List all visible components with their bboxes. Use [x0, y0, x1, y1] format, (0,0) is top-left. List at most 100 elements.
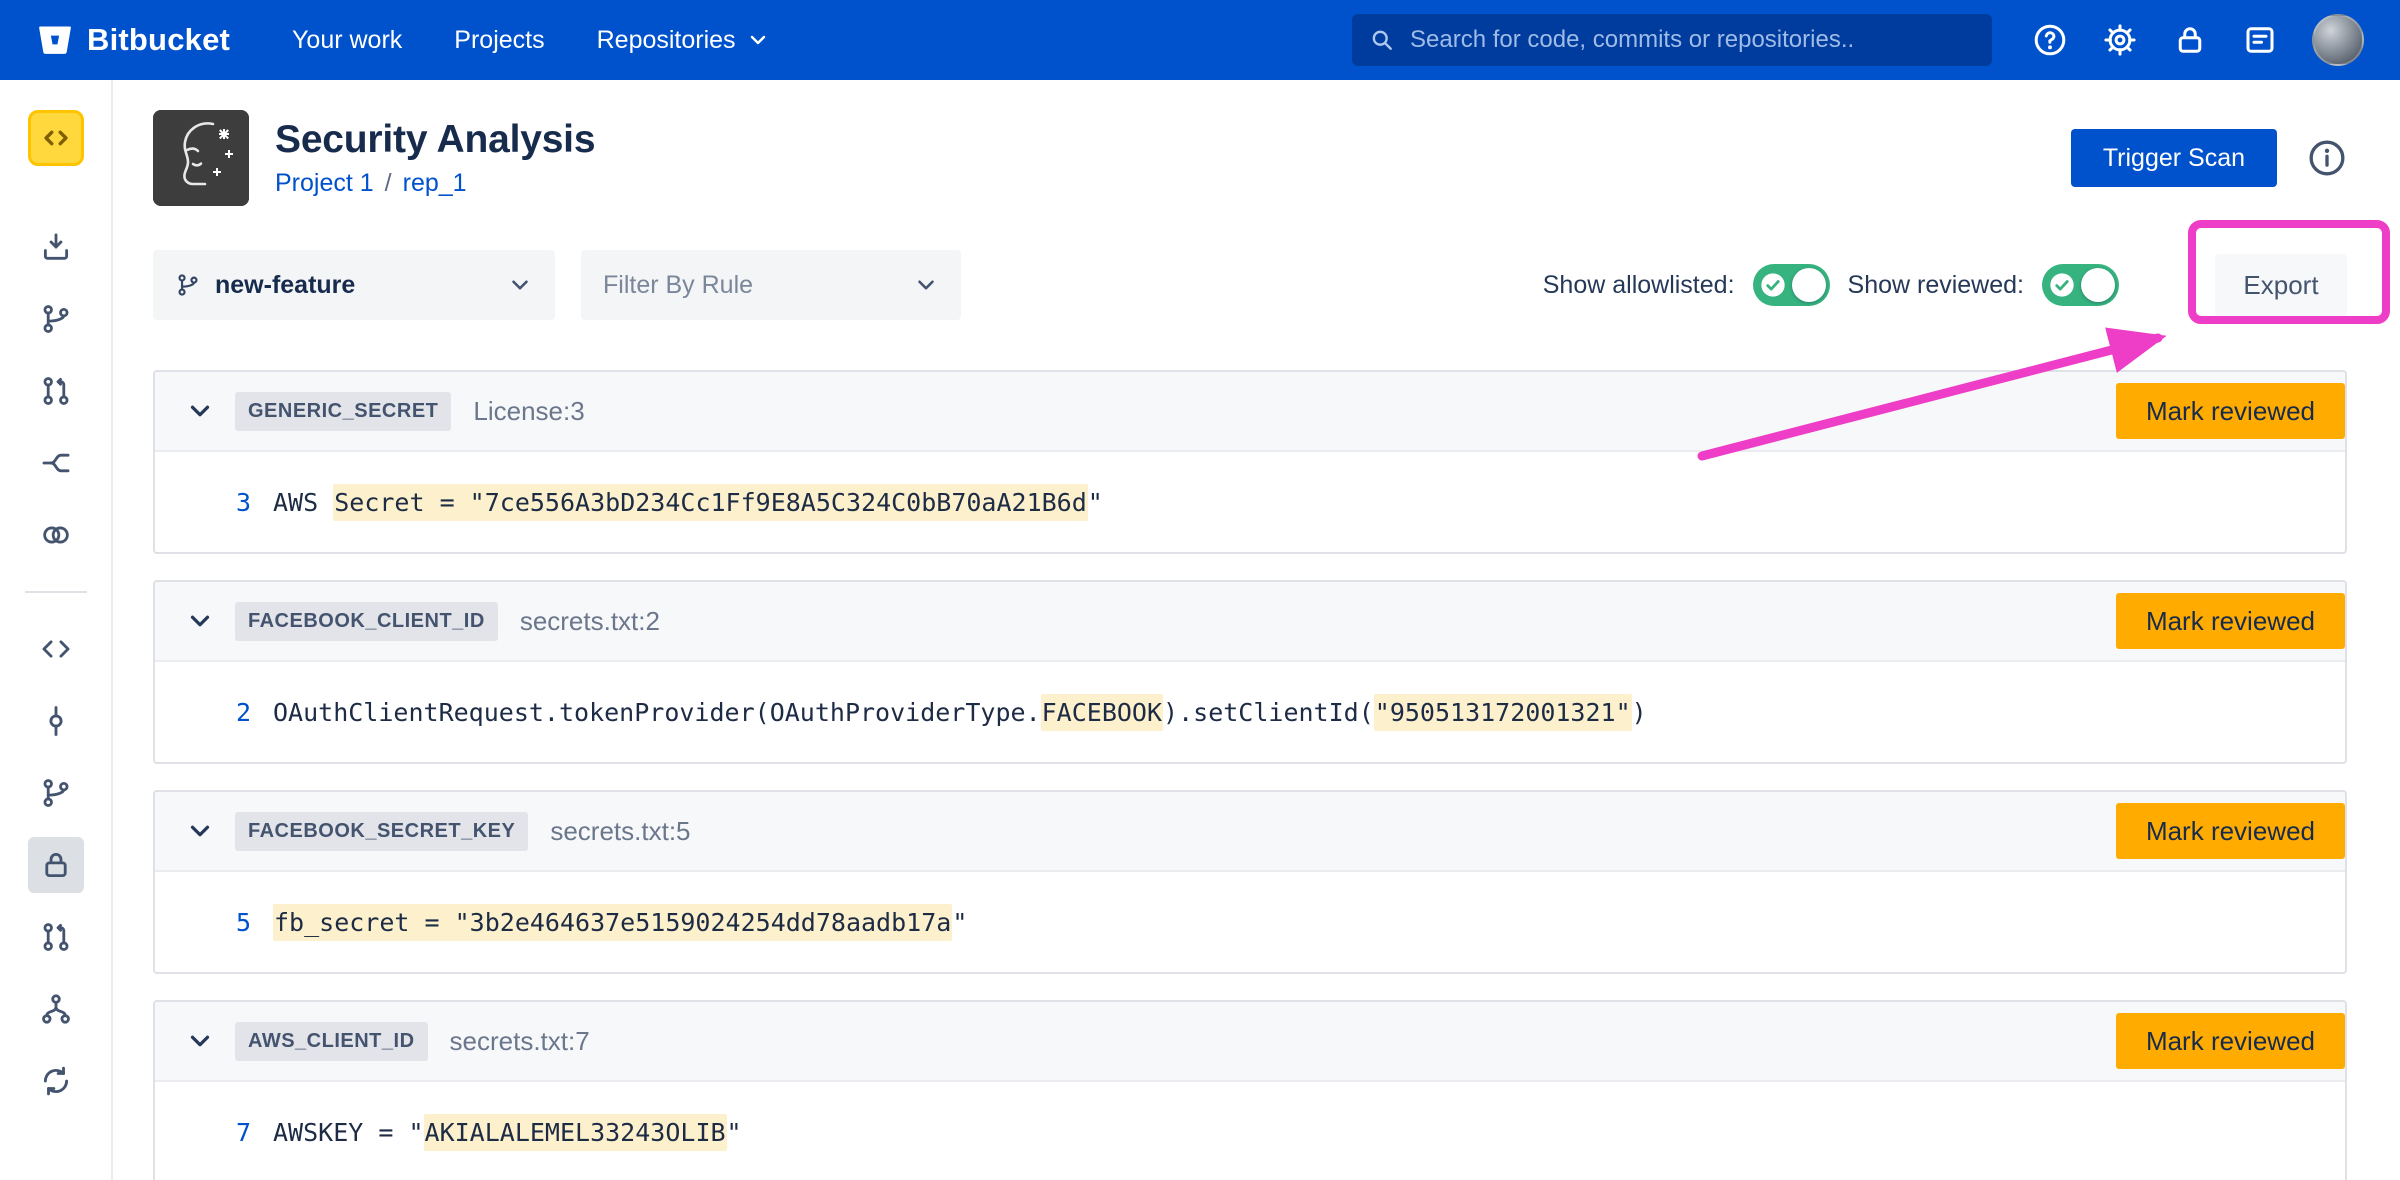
pull-request-icon[interactable] — [28, 909, 84, 965]
repo-image — [153, 110, 249, 206]
rule-badge: GENERIC_SECRET — [235, 392, 451, 431]
secret-highlight: fb_secret = "3b2e464637e5159024254dd78aa… — [273, 904, 952, 941]
user-avatar[interactable] — [2312, 14, 2364, 66]
code-segment: AWSKEY = " — [273, 1118, 424, 1147]
deployments-icon[interactable] — [28, 507, 84, 563]
page-header: Security Analysis Project 1 / rep_1 Trig… — [153, 110, 2347, 206]
chevron-down-icon — [507, 272, 533, 298]
finding-header: AWS_CLIENT_ID secrets.txt:7 Mark reviewe… — [155, 1002, 2345, 1082]
code-segment: " — [1088, 488, 1103, 517]
code-segment: " — [952, 908, 967, 937]
rule-badge: FACEBOOK_SECRET_KEY — [235, 812, 528, 851]
chevron-down-icon — [913, 272, 939, 298]
line-number: 5 — [217, 908, 251, 937]
branch-icon[interactable] — [28, 765, 84, 821]
finding-card: AWS_CLIENT_ID secrets.txt:7 Mark reviewe… — [153, 1000, 2347, 1180]
finding-header: GENERIC_SECRET License:3 Mark reviewed — [155, 372, 2345, 452]
collapse-chevron-icon[interactable] — [185, 816, 215, 846]
bitbucket-mark-icon — [36, 21, 74, 59]
code-segment: AWS — [273, 488, 333, 517]
nav-repositories[interactable]: Repositories — [597, 26, 770, 55]
pull-requests-icon[interactable] — [28, 363, 84, 419]
security-icon[interactable] — [28, 837, 84, 893]
finding-header: FACEBOOK_SECRET_KEY secrets.txt:5 Mark r… — [155, 792, 2345, 872]
finding-location: License:3 — [473, 396, 584, 427]
source-icon[interactable] — [28, 621, 84, 677]
mark-reviewed-button[interactable]: Mark reviewed — [2116, 803, 2345, 859]
finding-body: 7 AWSKEY = "AKIALALEMEL33243OLIB" — [155, 1082, 2345, 1180]
breadcrumb-separator: / — [385, 169, 392, 198]
show-allowlisted-label: Show allowlisted: — [1543, 271, 1735, 300]
collapse-chevron-icon[interactable] — [185, 606, 215, 636]
finding-location: secrets.txt:2 — [520, 606, 660, 637]
breadcrumb: Project 1 / rep_1 — [275, 169, 595, 198]
breadcrumb-repo[interactable]: rep_1 — [403, 169, 467, 198]
finding-location: secrets.txt:5 — [550, 816, 690, 847]
branch-selector-dropdown[interactable]: new-feature — [153, 250, 555, 320]
page-title: Security Analysis — [275, 118, 595, 162]
secret-highlight: "950513172001321" — [1374, 694, 1632, 731]
rule-filter-dropdown[interactable]: Filter By Rule — [581, 250, 961, 320]
forks-icon[interactable] — [28, 981, 84, 1037]
left-sidebar — [0, 80, 113, 1180]
bitbucket-logo[interactable]: Bitbucket — [36, 21, 230, 59]
search-input[interactable] — [1408, 25, 1976, 55]
nav-projects[interactable]: Projects — [454, 26, 544, 55]
mark-reviewed-button[interactable]: Mark reviewed — [2116, 383, 2345, 439]
pipelines-icon[interactable] — [28, 435, 84, 491]
secret-highlight: AKIALALEMEL33243OLIB — [424, 1114, 727, 1151]
code-line: fb_secret = "3b2e464637e5159024254dd78aa… — [273, 908, 967, 937]
finding-card: GENERIC_SECRET License:3 Mark reviewed 3… — [153, 370, 2347, 554]
show-reviewed-label: Show reviewed: — [1848, 271, 2024, 300]
check-icon — [1759, 271, 1787, 299]
show-reviewed-toggle[interactable] — [2042, 264, 2119, 306]
checkout-icon[interactable] — [28, 219, 84, 275]
rule-badge: FACEBOOK_CLIENT_ID — [235, 602, 498, 641]
line-number: 2 — [217, 698, 251, 727]
content-row: Security Analysis Project 1 / rep_1 Trig… — [0, 80, 2400, 1180]
toggle-knob — [2081, 268, 2115, 302]
code-line: AWSKEY = "AKIALALEMEL33243OLIB" — [273, 1118, 742, 1147]
finding-location: secrets.txt:7 — [450, 1026, 590, 1057]
bitbucket-app: Bitbucket Your work Projects Repositorie… — [0, 0, 2400, 1180]
export-button[interactable]: Export — [2215, 254, 2347, 316]
gear-icon[interactable] — [2102, 22, 2138, 58]
collapse-chevron-icon[interactable] — [185, 1026, 215, 1056]
sync-icon[interactable] — [28, 1053, 84, 1109]
top-navbar: Bitbucket Your work Projects Repositorie… — [0, 0, 2400, 80]
commits-icon[interactable] — [28, 693, 84, 749]
code-segment: ).setClientId( — [1163, 698, 1374, 727]
navbar-actions — [2032, 14, 2364, 66]
nav-your-work[interactable]: Your work — [292, 26, 402, 55]
lock-icon[interactable] — [2172, 22, 2208, 58]
sidebar-icons — [25, 219, 87, 1109]
search-icon — [1368, 26, 1396, 54]
sidebar-divider — [25, 591, 87, 593]
info-icon[interactable] — [2307, 138, 2347, 178]
code-segment: " — [727, 1118, 742, 1147]
chevron-down-icon — [746, 28, 770, 52]
findings-list: GENERIC_SECRET License:3 Mark reviewed 3… — [153, 370, 2347, 1180]
code-segment: OAuthClientRequest.tokenProvider(OAuthPr… — [273, 698, 1041, 727]
secret-highlight: Secret = "7ce556A3bD234Cc1Ff9E8A5C324C0b… — [333, 484, 1088, 521]
help-icon[interactable] — [2032, 22, 2068, 58]
line-number: 7 — [217, 1118, 251, 1147]
code-line: AWS Secret = "7ce556A3bD234Cc1Ff9E8A5C32… — [273, 488, 1103, 517]
repo-avatar[interactable] — [28, 110, 84, 166]
primary-nav: Your work Projects Repositories — [292, 26, 770, 55]
mark-reviewed-button[interactable]: Mark reviewed — [2116, 593, 2345, 649]
toggle-knob — [1792, 268, 1826, 302]
global-search[interactable] — [1352, 14, 1992, 66]
code-segment: ) — [1632, 698, 1647, 727]
collapse-chevron-icon[interactable] — [185, 396, 215, 426]
show-allowlisted-toggle[interactable] — [1753, 264, 1830, 306]
breadcrumb-project[interactable]: Project 1 — [275, 169, 374, 198]
rule-filter-placeholder: Filter By Rule — [603, 271, 899, 300]
finding-body: 3 AWS Secret = "7ce556A3bD234Cc1Ff9E8A5C… — [155, 452, 2345, 552]
trigger-scan-button[interactable]: Trigger Scan — [2071, 129, 2277, 187]
feedback-icon[interactable] — [2242, 22, 2278, 58]
branches-icon[interactable] — [28, 291, 84, 347]
finding-card: FACEBOOK_SECRET_KEY secrets.txt:5 Mark r… — [153, 790, 2347, 974]
mark-reviewed-button[interactable]: Mark reviewed — [2116, 1013, 2345, 1069]
main-content: Security Analysis Project 1 / rep_1 Trig… — [113, 80, 2400, 1180]
